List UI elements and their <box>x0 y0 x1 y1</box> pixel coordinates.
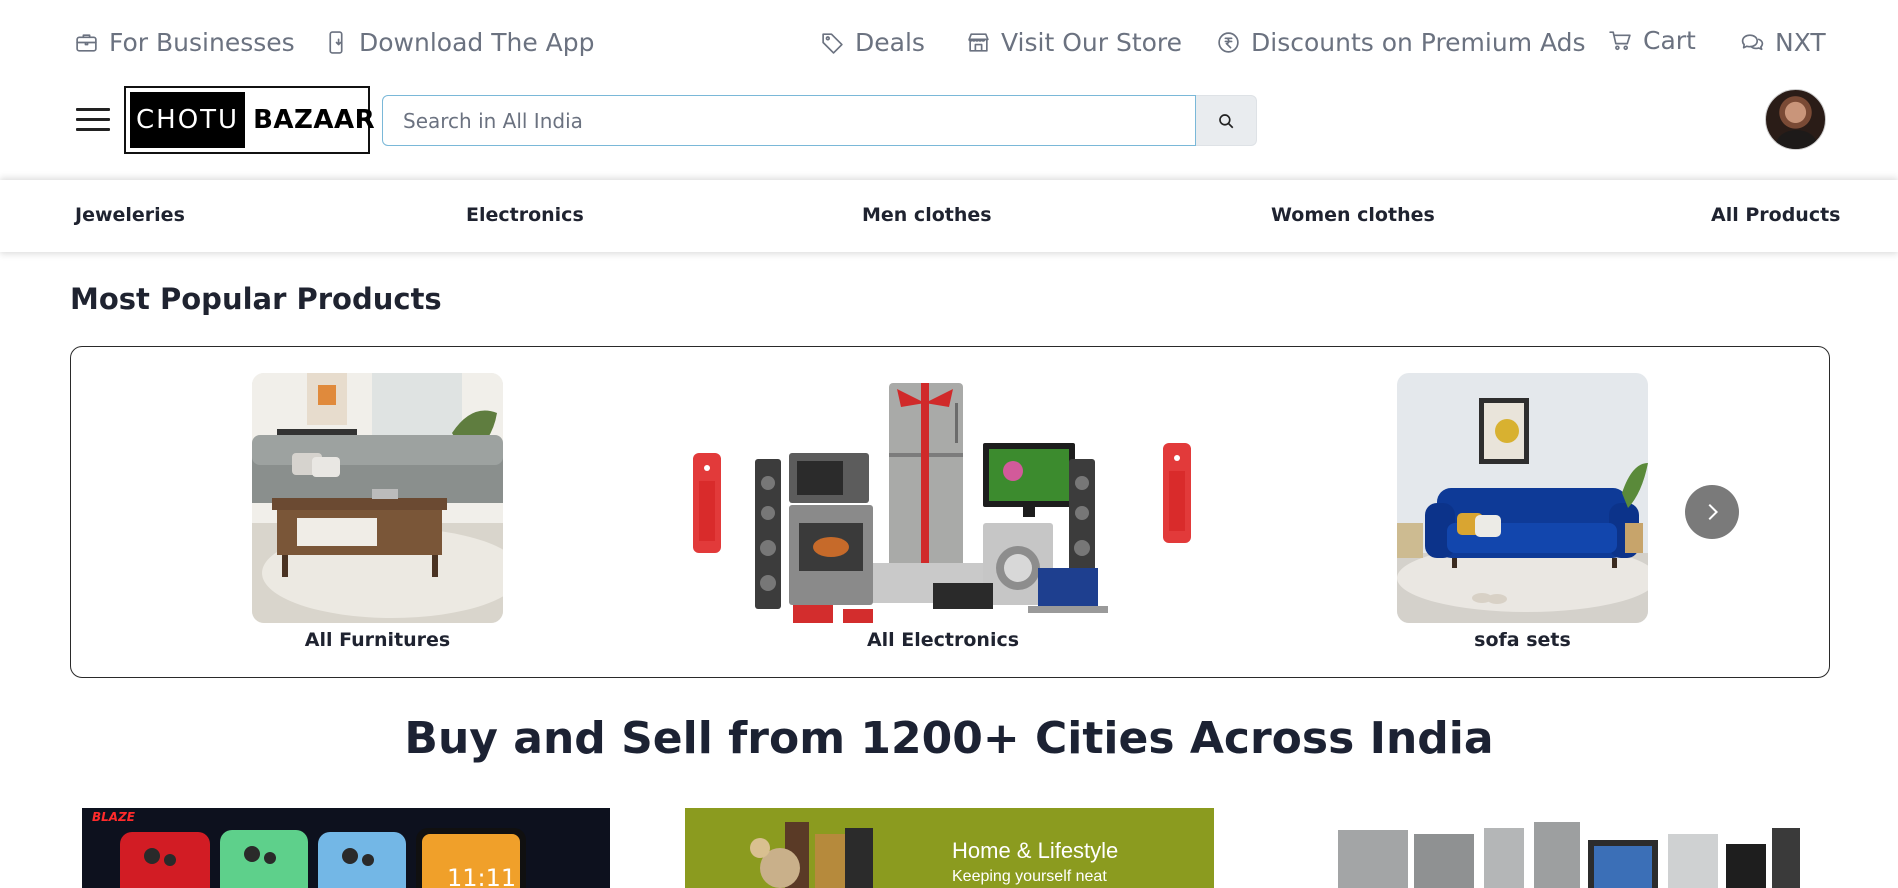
hamburger-line <box>76 128 110 131</box>
cities-headline: Buy and Sell from 1200+ Cities Across In… <box>404 713 1494 764</box>
category-all-products[interactable]: All Products <box>1711 204 1840 226</box>
chat-icon <box>1741 33 1764 50</box>
sofa-image <box>1397 373 1648 623</box>
section-title: Most Popular Products <box>70 282 442 316</box>
for-businesses-link[interactable]: For Businesses <box>74 24 295 60</box>
site-logo[interactable]: CHOTU BAZAAR <box>124 86 375 154</box>
nxt-link[interactable]: NXT <box>1740 24 1826 60</box>
deals-link[interactable]: Deals <box>820 24 925 60</box>
category-nav: Jeweleries Electronics Men clothes Women… <box>0 180 1898 252</box>
logo-text-chotu: CHOTU <box>130 92 246 148</box>
search-bar <box>382 95 1257 146</box>
visit-store-link[interactable]: Visit Our Store <box>966 24 1182 60</box>
tag-icon <box>822 32 843 54</box>
category-jeweleries[interactable]: Jeweleries <box>75 204 185 226</box>
category-electronics[interactable]: Electronics <box>466 204 584 226</box>
visit-store-label: Visit Our Store <box>1001 27 1183 57</box>
search-button[interactable] <box>1196 95 1257 146</box>
nxt-label: NXT <box>1775 27 1826 57</box>
product-label: All Furnitures <box>304 629 451 651</box>
cart-label: Cart <box>1643 25 1696 55</box>
hamburger-menu-button[interactable] <box>76 104 110 134</box>
rupee-coin-icon <box>1218 31 1239 53</box>
category-women-clothes[interactable]: Women clothes <box>1271 204 1435 226</box>
lifestyle-subtitle: Keeping yourself neat <box>952 868 1107 885</box>
phone-download-icon <box>329 30 343 54</box>
briefcase-icon <box>76 33 97 52</box>
product-card-electronics[interactable]: All Electronics <box>693 373 1193 651</box>
store-icon <box>968 32 989 52</box>
popular-products-carousel: All Furnitures All Electronics sofa sets <box>70 346 1830 678</box>
carousel-next-button[interactable] <box>1685 485 1739 539</box>
category-men-clothes[interactable]: Men clothes <box>862 204 992 226</box>
user-avatar[interactable] <box>1765 89 1826 150</box>
phones-brand-text: BLAZE <box>92 810 135 824</box>
cart-icon <box>1609 30 1631 50</box>
hamburger-line <box>76 108 110 111</box>
home-lifestyle-banner[interactable]: Home & Lifestyle Keeping yourself neat <box>685 808 1214 888</box>
discounts-link[interactable]: Discounts on Premium Ads <box>1216 24 1586 60</box>
download-app-link[interactable]: Download The App <box>324 24 595 60</box>
appliances-banner[interactable] <box>1288 808 1816 888</box>
product-card-furnitures[interactable]: All Furnitures <box>252 373 503 651</box>
discounts-label: Discounts on Premium Ads <box>1251 27 1586 57</box>
search-icon <box>1219 113 1234 128</box>
logo-text-bazaar: BAZAAR <box>253 105 376 135</box>
phones-time-text: 11:11 <box>447 864 517 888</box>
cart-link[interactable]: Cart <box>1608 22 1696 58</box>
product-label: sofa sets <box>1474 629 1571 651</box>
furniture-image <box>252 373 503 623</box>
hamburger-line <box>76 118 110 121</box>
lifestyle-title: Home & Lifestyle <box>952 838 1119 863</box>
deals-label: Deals <box>855 27 925 57</box>
product-label: All Electronics <box>866 629 1020 651</box>
electronics-image <box>693 373 1193 623</box>
top-utility-bar: For Businesses Download The App Deals Vi… <box>0 0 1898 84</box>
download-app-label: Download The App <box>359 27 595 57</box>
phones-banner[interactable]: BLAZE 11:11 <box>82 808 610 888</box>
for-businesses-label: For Businesses <box>109 27 295 57</box>
search-input[interactable] <box>382 95 1196 146</box>
product-card-sofa-sets[interactable]: sofa sets <box>1397 373 1648 651</box>
chevron-right-icon <box>1708 503 1719 521</box>
